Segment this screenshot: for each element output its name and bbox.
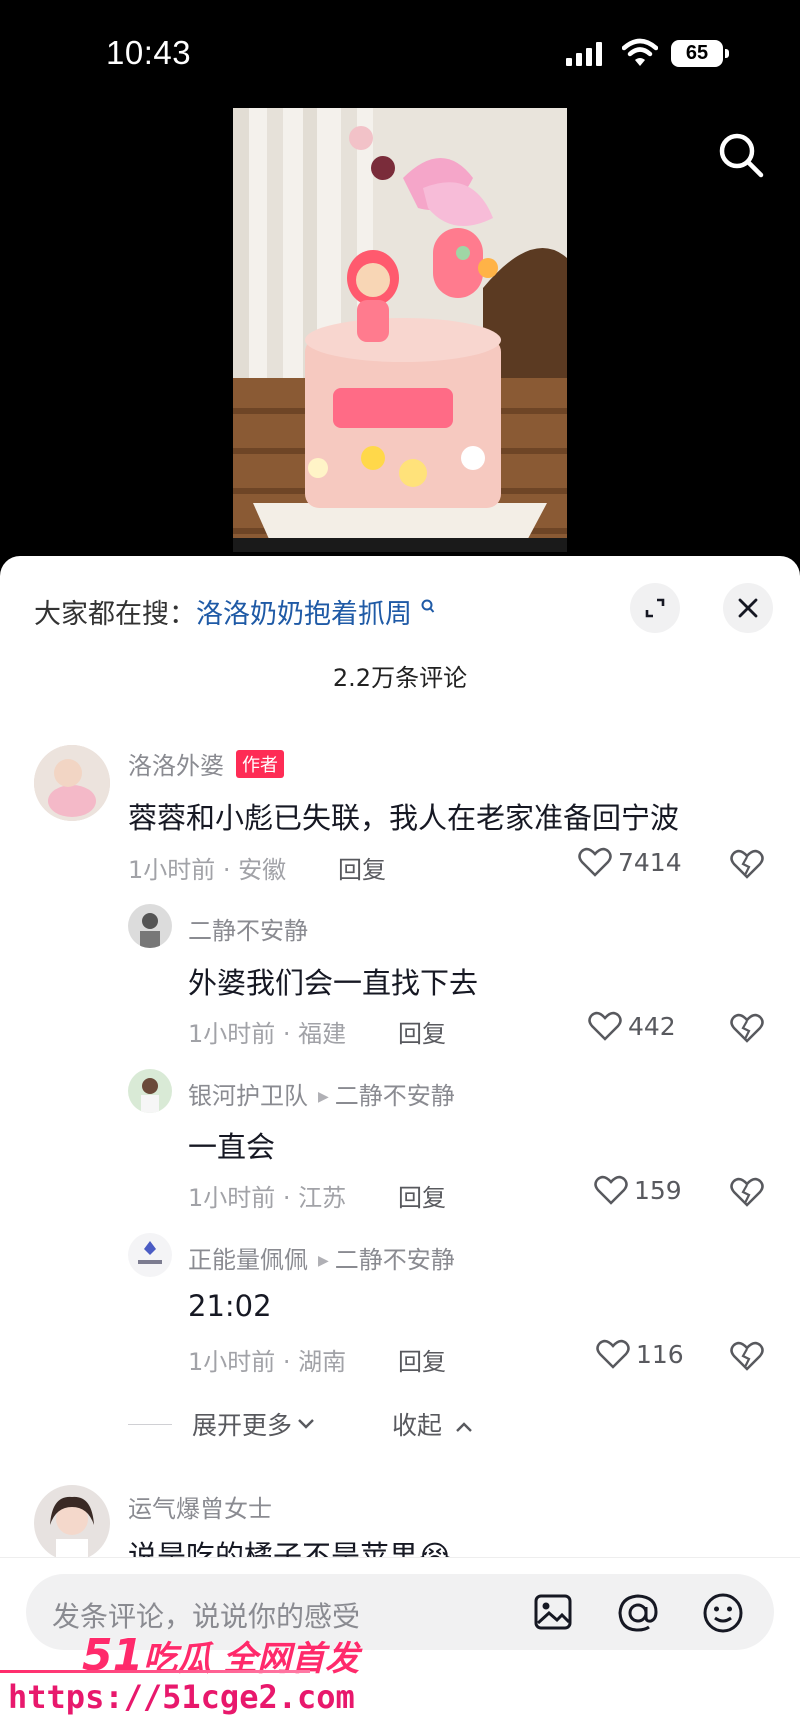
hot-search-prefix: 大家都在搜： — [34, 599, 196, 630]
reply-arrow-icon: ▶ — [318, 1089, 329, 1105]
reply-username[interactable]: 二静不安静 — [188, 911, 308, 946]
author-badge: 作者 — [236, 750, 284, 778]
emoji-icon[interactable] — [701, 1591, 745, 1635]
reply-button[interactable]: 回复 — [398, 1014, 446, 1049]
expand-more-button[interactable]: 展开更多 — [128, 1406, 316, 1442]
reply-meta: 1小时前 · 湖南 — [188, 1348, 347, 1376]
reply-meta: 1小时前 · 福建 — [188, 1020, 347, 1048]
reply-to-name: 二静不安静 — [334, 1082, 455, 1110]
comment-meta: 1小时前 · 安徽 — [128, 856, 287, 884]
reply-text: 一直会 — [188, 1130, 276, 1164]
hot-search-keyword[interactable]: 洛洛奶奶抱着抓周 — [196, 599, 412, 630]
search-icon[interactable] — [716, 130, 766, 180]
reply-username[interactable]: 正能量佩佩 ▶ 二静不安静 — [188, 1240, 455, 1275]
signal-icon — [566, 42, 606, 66]
status-time: 10:43 — [106, 34, 192, 71]
hot-search-bar[interactable]: 大家都在搜：洛洛奶奶抱着抓周 — [34, 592, 435, 631]
comment-clip: 说是吃的橘子不是苹果😭 — [0, 1530, 800, 1557]
comment-text: 蓉蓉和小彪已失联，我人在老家准备回宁波 — [128, 801, 680, 835]
heart-icon — [588, 1011, 622, 1041]
heart-icon — [596, 1339, 630, 1369]
comment-username[interactable]: 洛洛外婆 作者 — [128, 746, 284, 781]
dislike-icon[interactable] — [730, 1341, 764, 1371]
mention-icon[interactable] — [616, 1591, 660, 1635]
reply-meta: 1小时前 · 江苏 — [188, 1184, 347, 1212]
status-bar: 10:43 65 — [0, 0, 800, 105]
chevron-up-icon — [456, 1422, 472, 1432]
avatar[interactable] — [128, 1233, 172, 1277]
wifi-icon — [622, 38, 658, 66]
heart-icon — [594, 1175, 628, 1205]
reply-to-name: 二静不安静 — [334, 1246, 455, 1274]
like-button[interactable]: 442 — [588, 1011, 676, 1041]
like-button[interactable]: 116 — [596, 1339, 684, 1369]
dislike-icon[interactable] — [730, 1177, 764, 1207]
divider — [128, 1423, 172, 1425]
avatar[interactable] — [128, 1069, 172, 1113]
reply-button[interactable]: 回复 — [398, 1342, 446, 1377]
reply-button[interactable]: 回复 — [398, 1178, 446, 1213]
avatar[interactable] — [34, 745, 110, 821]
reply-arrow-icon: ▶ — [318, 1253, 329, 1269]
comment-text: 说是吃的橘子不是苹果😭 — [128, 1539, 452, 1557]
dislike-icon[interactable] — [730, 1013, 764, 1043]
close-icon — [738, 598, 758, 618]
avatar[interactable] — [128, 904, 172, 948]
comment-input-placeholder: 发条评论，说说你的感受 — [52, 1600, 361, 1633]
close-button[interactable] — [723, 583, 773, 633]
watermark-url: https://51cge2.com — [8, 1678, 355, 1716]
watermark-brand: 51吃瓜 全网首发 — [82, 1630, 360, 1681]
like-button[interactable]: 159 — [594, 1175, 682, 1205]
collapse-button[interactable]: 收起 — [392, 1406, 474, 1442]
reply-button[interactable]: 回复 — [338, 850, 386, 885]
search-small-icon — [421, 599, 434, 613]
reply-text: 外婆我们会一直找下去 — [188, 966, 479, 1000]
expand-icon — [645, 598, 665, 618]
chevron-down-icon — [298, 1419, 314, 1429]
watermark-line — [0, 1670, 310, 1673]
comment-username[interactable]: 运气爆曾女士 — [128, 1489, 272, 1524]
battery-indicator: 65 — [671, 40, 729, 67]
reply-text: 21:02 — [188, 1289, 272, 1323]
reply-username[interactable]: 银河护卫队 ▶ 二静不安静 — [188, 1076, 455, 1111]
comment-count: 2.2万条评论 — [332, 664, 468, 692]
fullscreen-button[interactable] — [630, 583, 680, 633]
dislike-icon[interactable] — [730, 849, 764, 879]
heart-icon — [578, 847, 612, 877]
image-icon[interactable] — [532, 1591, 574, 1633]
like-button[interactable]: 7414 — [578, 847, 682, 877]
video-thumbnail[interactable] — [233, 108, 567, 552]
